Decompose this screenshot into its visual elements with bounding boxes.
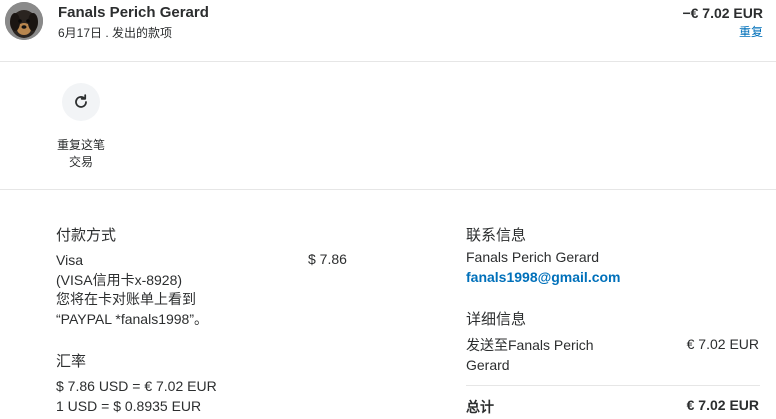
payment-method-title: 付款方式: [56, 227, 117, 244]
transaction-date-type: 6月17日 . 发出的款项: [58, 26, 173, 40]
refresh-icon: [75, 94, 87, 108]
payment-card: (VISA信用卡x-8928): [56, 271, 183, 288]
sent-amount: € 7.02 EUR: [686, 336, 759, 352]
sent-to-row: 发送至Fanals Perich Gerard: [466, 336, 666, 375]
contact-section: 联系信息: [466, 224, 526, 245]
repeat-transaction-label[interactable]: 重复这笔 交易: [50, 137, 112, 171]
merchant-name: Fanals Perich Gerard: [58, 4, 209, 21]
repeat-link[interactable]: 重复: [739, 23, 763, 40]
contact-details: Fanals Perich Gerard fanals1998@gmail.co…: [466, 248, 621, 287]
transaction-amount: −€ 7.02 EUR: [682, 5, 763, 21]
exchange-line-1: $ 7.86 USD = € 7.02 EUR: [56, 378, 217, 394]
exchange-rate-title: 汇率: [56, 353, 87, 370]
actions-bar: 重复这笔 交易: [0, 63, 776, 190]
payment-amount: $ 7.86: [308, 251, 347, 267]
repeat-transaction-button[interactable]: [62, 83, 100, 121]
transaction-header: Fanals Perich Gerard 6月17日 . 发出的款项 −€ 7.…: [0, 0, 776, 62]
repeat-label-line2: 交易: [68, 155, 93, 169]
exchange-line-2: 1 USD = $ 0.8935 EUR: [56, 397, 202, 414]
sent-to-line1: 发送至Fanals Perich: [466, 337, 594, 353]
total-divider: [466, 385, 760, 386]
dog-avatar-icon: [5, 2, 43, 40]
details-section: 详细信息: [466, 308, 526, 329]
exchange-rate-values: $ 7.86 USD = € 7.02 EUR 1 USD = $ 0.8935…: [56, 377, 217, 416]
payment-method-name: Visa: [56, 252, 83, 268]
payment-method-section: 付款方式: [56, 224, 116, 245]
payment-method-details: Visa (VISA信用卡x-8928) 您将在卡对账单上看到 “PAYPAL …: [56, 251, 296, 329]
statement-note: 您将在卡对账单上看到: [56, 291, 196, 307]
avatar: [5, 2, 43, 40]
details-title: 详细信息: [466, 311, 527, 328]
exchange-rate-section: 汇率: [56, 350, 86, 371]
sent-to-line2: Gerard: [466, 356, 510, 373]
contact-name: Fanals Perich Gerard: [466, 249, 600, 265]
total-amount: € 7.02 EUR: [686, 397, 759, 413]
contact-title: 联系信息: [466, 227, 527, 244]
statement-descriptor: “PAYPAL *fanals1998”。: [56, 310, 209, 327]
contact-email-link[interactable]: fanals1998@gmail.com: [466, 268, 621, 288]
repeat-label-line1: 重复这笔: [56, 138, 105, 152]
total-label: 总计: [466, 399, 494, 415]
